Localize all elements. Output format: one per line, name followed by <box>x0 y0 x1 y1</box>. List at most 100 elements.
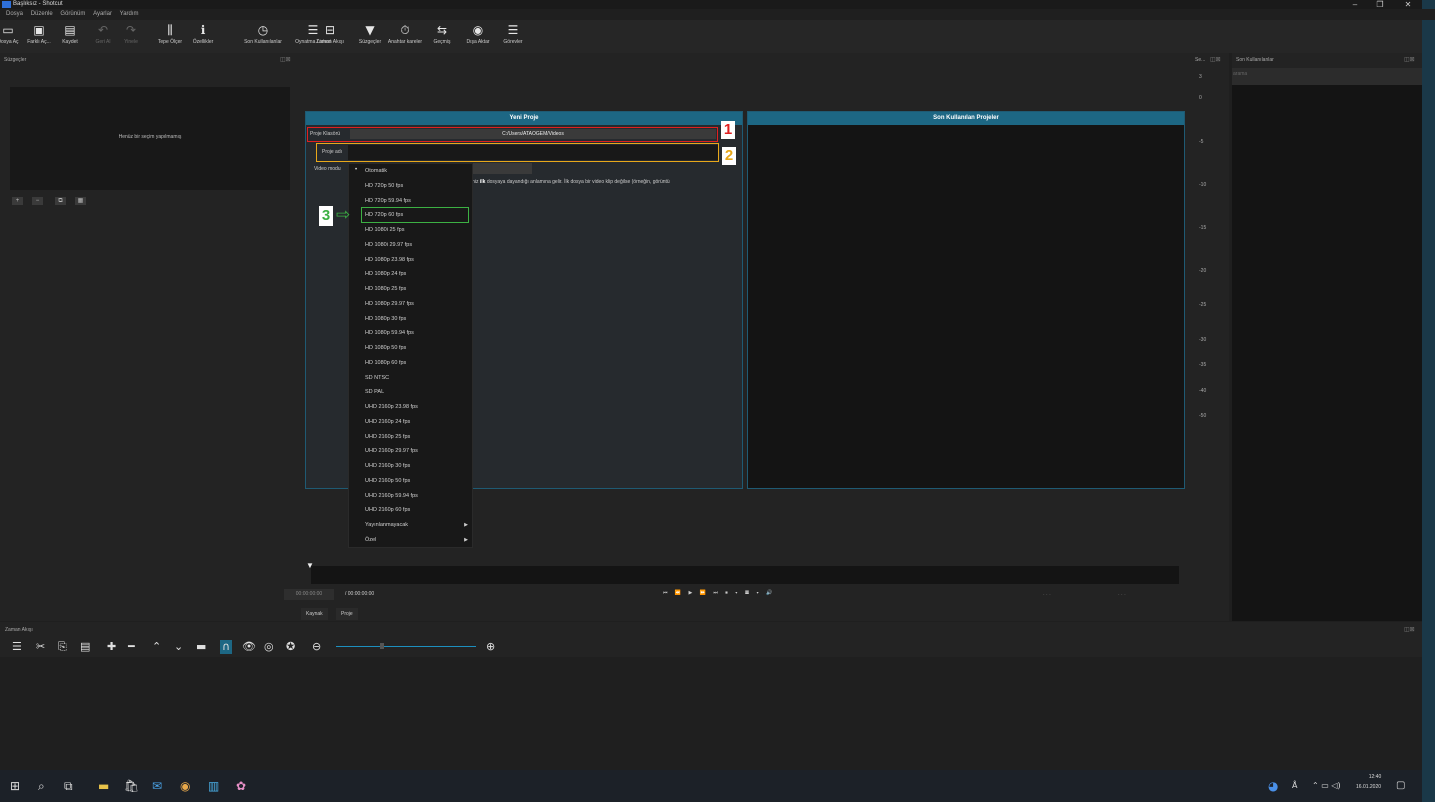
timeline-float-close-icon[interactable]: ◫⊠ <box>1404 626 1415 633</box>
window-title: Başlıksız - Shotcut <box>13 1 63 7</box>
video-mode-option[interactable]: HD 720p 50 fps <box>365 183 403 189</box>
recent-search-input[interactable]: arama <box>1232 68 1422 85</box>
clock-date[interactable]: 16.01.2020 <box>1356 784 1381 790</box>
toolbar-button-export[interactable]: ◉ Dışa Aktar <box>460 23 496 45</box>
zoom-out-icon[interactable]: ⊖ <box>312 637 321 657</box>
zoom-in-icon[interactable]: ⊕ <box>486 637 495 657</box>
shotcut-taskbar-icon[interactable]: ▥ <box>208 770 219 802</box>
video-mode-option[interactable]: UHD 2160p 60 fps <box>365 507 410 513</box>
out-point-dots: · · · <box>1118 592 1126 598</box>
overwrite-icon[interactable]: ⌄ <box>174 637 183 657</box>
copy-icon[interactable]: ⎘ <box>58 637 67 657</box>
store-icon[interactable]: 🛍 <box>124 770 139 802</box>
video-mode-option[interactable]: HD 720p 59.94 fps <box>365 198 411 204</box>
video-mode-option[interactable]: HD 1080i 29.97 fps <box>365 242 412 248</box>
transport-controls[interactable]: ⏮ ⏪ ▶ ⏩ ⏭ ⏹ ▾ ▦ ▾ 🔊 <box>663 590 775 596</box>
video-mode-option[interactable]: SD NTSC <box>365 375 389 381</box>
tray-arrows-icon[interactable]: ⌃ ▭ ◁) <box>1312 770 1341 802</box>
menu-help[interactable]: Yardım <box>120 9 139 20</box>
toolbar-button-jobs[interactable]: ☰ Görevler <box>495 23 531 45</box>
toolbar-button-keyframes[interactable]: ⏱ Anahtar kareler <box>387 23 423 45</box>
minimize-button[interactable]: – <box>1345 0 1365 9</box>
timeline-tracks-area[interactable] <box>0 657 1422 770</box>
video-mode-option[interactable]: UHD 2160p 59.94 fps <box>365 493 418 499</box>
toolbar-button-save[interactable]: ▤ Kaydet <box>52 23 88 45</box>
add-filter-button[interactable]: + <box>12 197 23 205</box>
lift-icon[interactable]: ⌃ <box>152 637 161 657</box>
deselect-filter-button[interactable]: ▦ <box>75 197 86 205</box>
split-icon[interactable]: ▬ <box>196 637 206 657</box>
video-mode-option[interactable]: Otomatik <box>365 168 387 174</box>
toolbar-button-filter[interactable]: ▼ Süzgeçler <box>352 23 388 45</box>
video-mode-select[interactable] <box>472 163 532 174</box>
cut-icon[interactable]: ✂ <box>36 637 45 657</box>
notification-icon[interactable]: ▢ <box>1396 770 1405 802</box>
timecode-field[interactable]: 00:00:00:00 <box>284 589 334 600</box>
video-mode-option[interactable]: UHD 2160p 30 fps <box>365 463 410 469</box>
video-mode-option[interactable]: HD 1080p 29.97 fps <box>365 301 414 307</box>
help-tray-icon[interactable]: ◕ <box>1268 770 1278 802</box>
video-mode-option[interactable]: HD 1080p 60 fps <box>365 360 406 366</box>
append-icon[interactable]: ✚ <box>107 637 116 657</box>
toolbar-button-history[interactable]: ⇆ Geçmiş <box>424 23 460 45</box>
video-mode-option[interactable]: HD 1080p 23.98 fps <box>365 257 414 263</box>
video-mode-option[interactable]: SD PAL <box>365 389 384 395</box>
video-mode-option[interactable]: HD 1080p 24 fps <box>365 271 406 277</box>
recent-float-close-icon[interactable]: ◫⊠ <box>1404 56 1415 63</box>
menu-edit[interactable]: Düzenle <box>31 9 53 20</box>
video-mode-option[interactable]: Özel <box>365 537 376 543</box>
chrome-icon[interactable]: ◉ <box>180 770 190 802</box>
recent-list[interactable] <box>1232 85 1422 621</box>
restore-button[interactable]: ❐ <box>1370 0 1390 9</box>
tab-project[interactable]: Proje <box>336 608 358 620</box>
video-mode-option[interactable]: HD 1080p 50 fps <box>365 345 406 351</box>
video-mode-option[interactable]: HD 1080p 59.94 fps <box>365 330 414 336</box>
people-tray-icon[interactable]: Å <box>1292 770 1297 802</box>
zoom-slider-handle[interactable] <box>380 643 384 649</box>
ripple-icon[interactable]: ◎ <box>264 637 274 657</box>
menu-file[interactable]: Dosya <box>6 9 23 20</box>
video-mode-option[interactable]: UHD 2160p 50 fps <box>365 478 410 484</box>
timeline-icon: ⊟ <box>324 23 336 37</box>
video-mode-option[interactable]: UHD 2160p 29.97 fps <box>365 448 418 454</box>
panel-float-close-icon[interactable]: ◫⊠ <box>280 56 291 63</box>
file-explorer-icon[interactable]: ▬ <box>98 770 109 802</box>
paint-icon[interactable]: ✿ <box>236 770 246 802</box>
menu-settings[interactable]: Ayarlar <box>93 9 112 20</box>
copy-filter-button[interactable]: ⧉ <box>55 197 66 205</box>
video-mode-option[interactable]: UHD 2160p 23.98 fps <box>365 404 418 410</box>
video-mode-option[interactable]: HD 1080p 25 fps <box>365 286 406 292</box>
remove-filter-button[interactable]: − <box>32 197 43 205</box>
video-mode-option[interactable]: UHD 2160p 25 fps <box>365 434 410 440</box>
meter-float-close-icon[interactable]: ◫⊠ <box>1210 56 1221 63</box>
zoom-slider[interactable] <box>336 646 476 647</box>
paste-icon[interactable]: ▤ <box>80 637 90 657</box>
video-mode-option[interactable]: HD 1080p 30 fps <box>365 316 406 322</box>
tab-source[interactable]: Kaynak <box>301 608 328 620</box>
close-button[interactable]: ✕ <box>1398 0 1418 9</box>
toolbar-button-recent[interactable]: ◷ Son Kullanılanlar <box>240 23 286 45</box>
toolbar-button-peak-meter[interactable]: ⫼ Tepe Ölçer <box>152 23 188 45</box>
remove-icon[interactable]: ━ <box>128 637 135 657</box>
start-windows-icon[interactable]: ⊞ <box>10 770 20 802</box>
video-mode-option[interactable]: UHD 2160p 24 fps <box>365 419 410 425</box>
task-view-icon[interactable]: ⧉ <box>64 770 73 802</box>
menu-icon[interactable]: ☰ <box>12 637 22 657</box>
video-mode-description: kledğiniz ilk dosyaya dayandığı anlamına… <box>459 179 670 185</box>
search-icon[interactable]: ⌕ <box>38 770 45 802</box>
toolbar-button-properties[interactable]: ℹ Özellikler <box>185 23 221 45</box>
timeline-title: Zaman Akışı <box>5 627 33 633</box>
ripple-all-icon[interactable]: ✪ <box>286 637 295 657</box>
meter-tick-label: -15 <box>1199 225 1207 231</box>
clock-time[interactable]: 12:40 <box>1362 774 1388 780</box>
snap-icon[interactable]: ∩ <box>220 640 233 654</box>
scrub-icon[interactable]: 👁 <box>242 637 256 657</box>
player-scrub-bar[interactable] <box>311 566 1179 584</box>
toolbar-button-timeline[interactable]: ⊟ Zaman Akışı <box>312 23 348 45</box>
video-mode-option[interactable]: HD 1080i 25 fps <box>365 227 404 233</box>
menu-view[interactable]: Görünüm <box>60 9 85 20</box>
toolbar-button-redo[interactable]: ↷ Yinele <box>113 23 149 45</box>
recent-projects-header: Son Kullanılan Projeler <box>748 112 1184 125</box>
mail-icon[interactable]: ✉ <box>152 770 162 802</box>
video-mode-option[interactable]: Yayınlanmayacak <box>365 522 408 528</box>
